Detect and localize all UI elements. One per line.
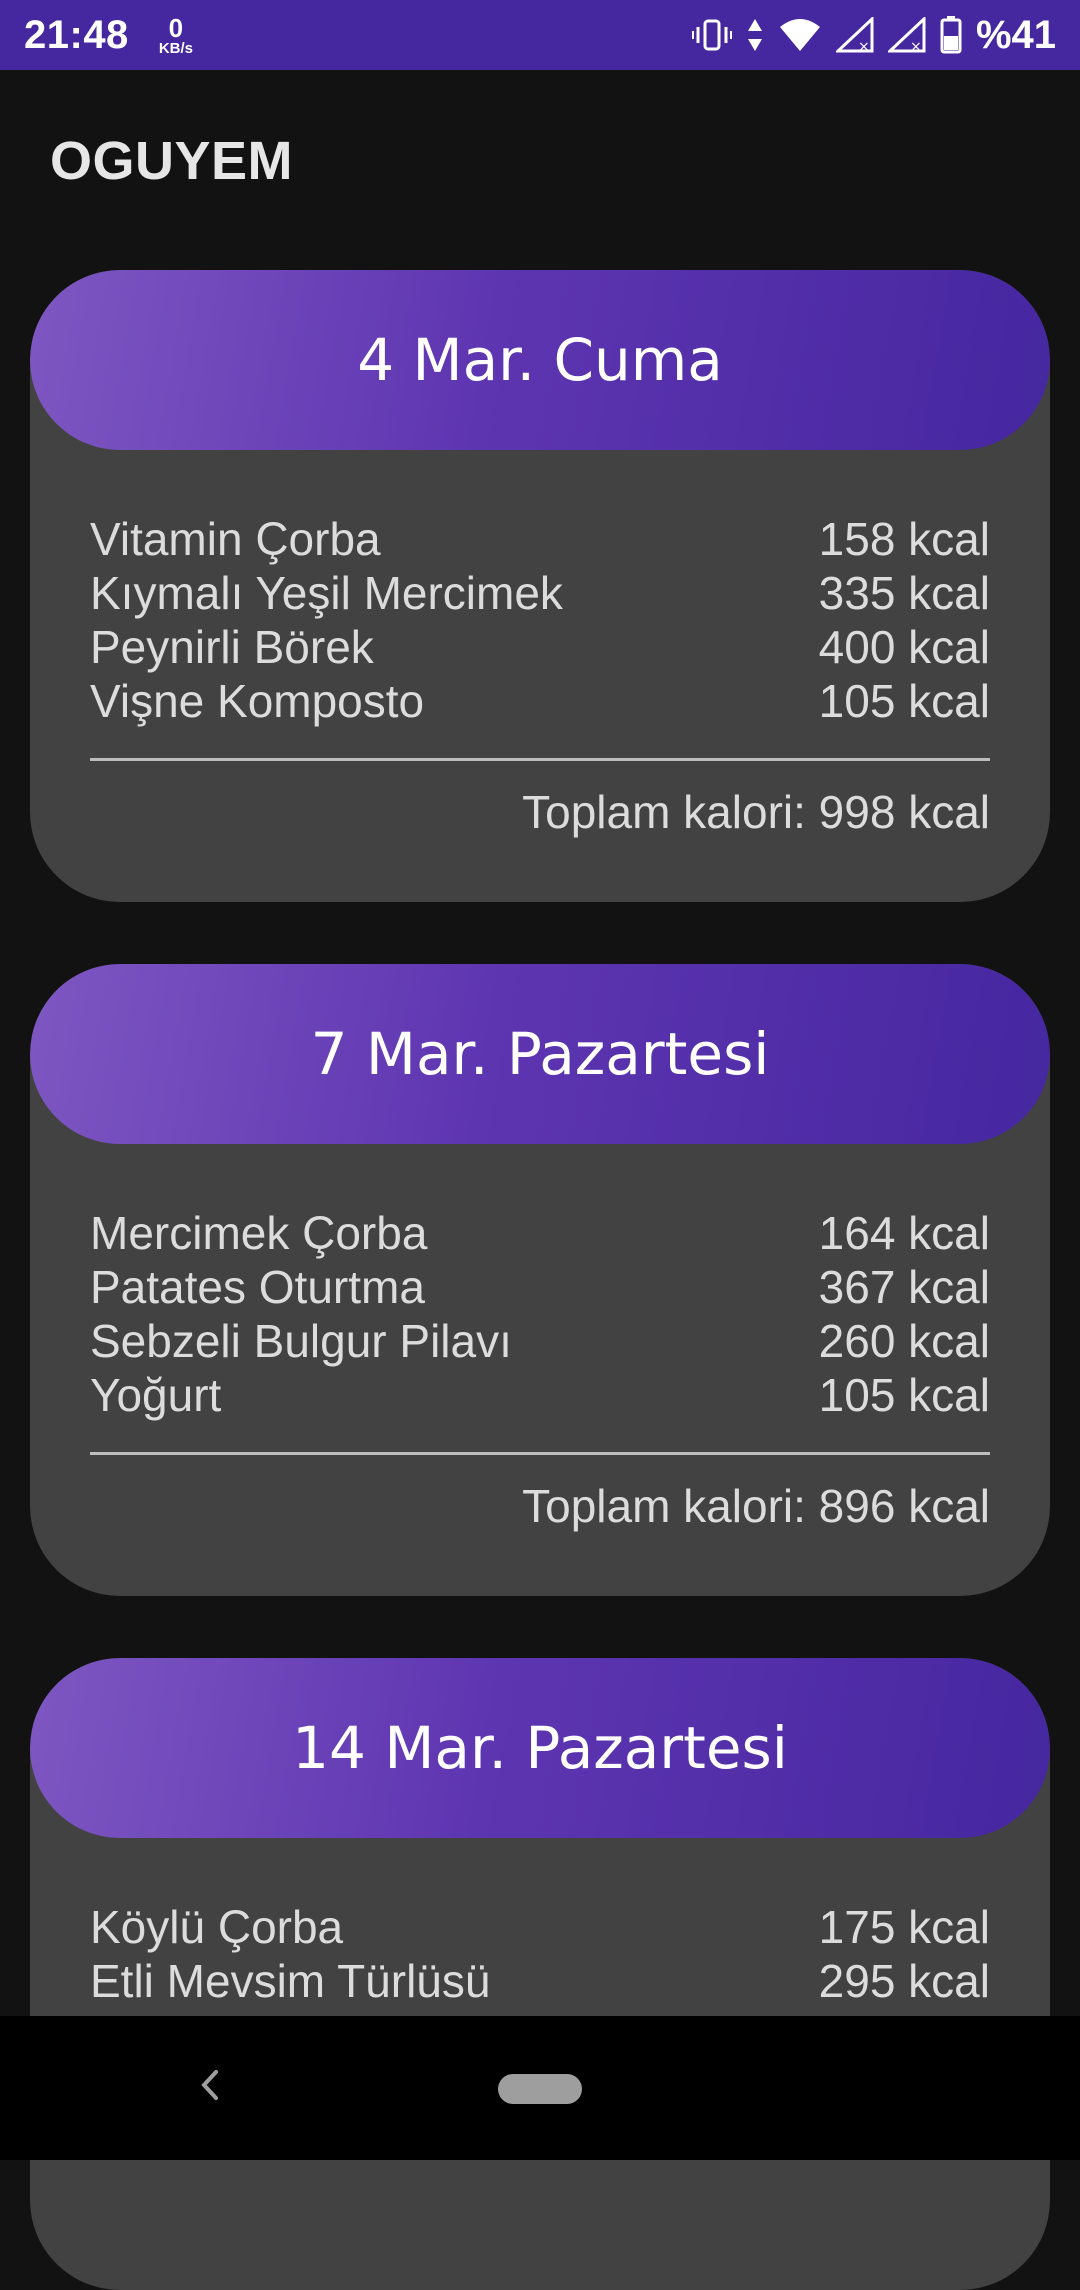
network-speed-value: 0 — [168, 12, 184, 43]
meal-row: Patates Oturtma 367 kcal — [90, 1260, 990, 1314]
status-icons: × × %41 — [691, 12, 1056, 58]
data-arrows-icon — [746, 17, 764, 53]
meal-name: Köylü Çorba — [90, 1901, 344, 1953]
status-bar: 21:48 0 KB/s × × %41 — [0, 0, 1080, 70]
meal-name: Vitamin Çorba — [90, 513, 381, 565]
meal-row: Yoğurt 105 kcal — [90, 1368, 990, 1422]
meal-calories: 295 kcal — [818, 1955, 990, 2007]
svg-text:×: × — [858, 39, 870, 53]
meal-row: Köylü Çorba 175 kcal — [90, 1900, 990, 1954]
day-card-header: 14 Mar. Pazartesi — [30, 1658, 1050, 1838]
meal-name: Yoğurt — [90, 1369, 222, 1421]
meal-name: Sebzeli Bulgur Pilavı — [90, 1315, 512, 1367]
back-icon[interactable] — [196, 2062, 222, 2113]
network-speed-unit: KB/s — [158, 39, 193, 57]
meal-list: Vitamin Çorba 158 kcal Kıymalı Yeşil Merci… — [30, 450, 1050, 728]
vibrate-icon — [691, 17, 732, 53]
menu-list[interactable]: 4 Mar. Cuma Vitamin Çorba 158 kcal Kıymalı … — [30, 270, 1050, 2290]
meal-calories: 175 kcal — [818, 1901, 990, 1953]
day-card-header: 4 Mar. Cuma — [30, 270, 1050, 450]
wifi-icon — [778, 17, 822, 53]
meal-calories: 164 kcal — [818, 1207, 990, 1259]
navigation-bar — [0, 2016, 1080, 2160]
signal-icon: × — [887, 17, 926, 53]
status-time: 21:48 — [24, 12, 129, 57]
day-card[interactable]: 4 Mar. Cuma Vitamin Çorba 158 kcal Kıymalı … — [30, 270, 1050, 902]
meal-name: Peynirli Börek — [90, 621, 374, 673]
meal-name: Vişne Komposto — [90, 675, 425, 727]
meal-row: Vişne Komposto 105 kcal — [90, 674, 990, 728]
meal-name: Patates Oturtma — [90, 1261, 425, 1313]
day-card-header: 7 Mar. Pazartesi — [30, 964, 1050, 1144]
svg-text:×: × — [910, 39, 922, 53]
meal-calories: 105 kcal — [818, 1369, 990, 1421]
meal-row: Peynirli Börek 400 kcal — [90, 620, 990, 674]
meal-calories: 335 kcal — [818, 567, 990, 619]
app-title: OGUYEM — [50, 131, 294, 191]
meal-list: Köylü Çorba 175 kcal Etli Mevsim Türlüsü 29… — [30, 1838, 1050, 2008]
meal-calories: 158 kcal — [818, 513, 990, 565]
meal-row: Vitamin Çorba 158 kcal — [90, 512, 990, 566]
battery-percent: %41 — [975, 12, 1056, 57]
meal-row: Etli Mevsim Türlüsü 295 kcal — [90, 1954, 990, 2008]
meal-name: Kıymalı Yeşil Mercimek — [90, 567, 563, 619]
meal-list: Mercimek Çorba 164 kcal Patates Oturtma 367… — [30, 1144, 1050, 1422]
battery-icon — [940, 16, 962, 54]
day-card[interactable]: 14 Mar. Pazartesi Köylü Çorba 175 kcal Etli… — [30, 1658, 1050, 2290]
meal-row: Mercimek Çorba 164 kcal — [90, 1206, 990, 1260]
meal-calories: 400 kcal — [818, 621, 990, 673]
signal-icon: × — [835, 17, 874, 53]
day-card[interactable]: 7 Mar. Pazartesi Mercimek Çorba 164 kcal Pa… — [30, 964, 1050, 1596]
meal-name: Mercimek Çorba — [90, 1207, 428, 1259]
meal-calories: 367 kcal — [818, 1261, 990, 1313]
total-calories: Toplam kalori: 998 kcal — [522, 786, 990, 838]
meal-row: Sebzeli Bulgur Pilavı 260 kcal — [90, 1314, 990, 1368]
network-speed: 0 KB/s — [159, 15, 193, 56]
meal-row: Kıymalı Yeşil Mercimek 335 kcal — [90, 566, 990, 620]
meal-calories: 260 kcal — [818, 1315, 990, 1367]
home-button[interactable] — [498, 2074, 582, 2104]
total-calories: Toplam kalori: 896 kcal — [522, 1480, 990, 1532]
meal-calories: 105 kcal — [818, 675, 990, 727]
meal-name: Etli Mevsim Türlüsü — [90, 1955, 491, 2007]
